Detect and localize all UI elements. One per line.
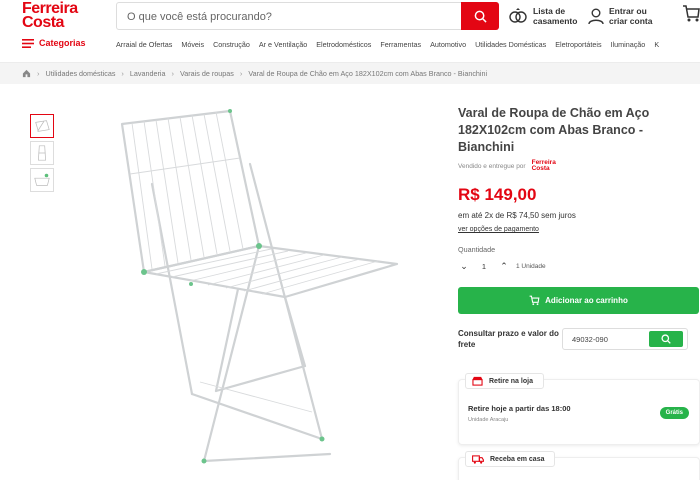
- chevron-right-icon: ›: [121, 69, 124, 78]
- product-section: Varal de Roupa de Chão em Aço 182X102cm …: [22, 89, 700, 480]
- nav-items: Arraial de Ofertas Móveis Construção Ar …: [116, 40, 668, 49]
- store-icon: [472, 376, 483, 386]
- nav-item[interactable]: Arraial de Ofertas: [116, 40, 172, 49]
- search-input[interactable]: [127, 8, 447, 26]
- cep-search-button[interactable]: [649, 331, 683, 347]
- drying-rack-thumb-icon: [35, 120, 50, 132]
- nav-item[interactable]: Ferramentas: [380, 40, 421, 49]
- shipping-calculator: Consultar prazo e valor do frete 49032-0…: [458, 328, 700, 350]
- product-image[interactable]: [92, 94, 432, 474]
- nav-item[interactable]: Eletroportáteis: [555, 40, 601, 49]
- quantity-stepper: ⌄ 1 ⌃ 1 Unidade: [458, 259, 700, 273]
- account-link[interactable]: Entrar ou criar conta: [588, 6, 667, 26]
- pickup-option[interactable]: Retire na loja Retire hoje a partir das …: [458, 373, 700, 445]
- home-delivery-tab: Receba em casa: [465, 451, 556, 467]
- search-icon: [661, 334, 671, 344]
- home-icon[interactable]: [22, 69, 31, 78]
- cep-value: 49032-090: [572, 335, 608, 344]
- thumbnail[interactable]: [30, 168, 54, 192]
- category-nav: Categorias Arraial de Ofertas Móveis Con…: [0, 34, 700, 56]
- breadcrumb-item[interactable]: Varais de roupas: [180, 69, 234, 78]
- categories-label: Categorias: [39, 38, 86, 48]
- pickup-tab-label: Retire na loja: [489, 377, 533, 385]
- home-delivery-option[interactable]: Receba em casa: [458, 451, 700, 480]
- chevron-right-icon: ›: [171, 69, 175, 78]
- quantity-unit: 1 Unidade: [516, 262, 546, 270]
- nav-item[interactable]: Ar e Ventilação: [259, 40, 307, 49]
- nav-item[interactable]: Utilidades Domésticas: [475, 40, 546, 49]
- pickup-tab: Retire na loja: [465, 373, 544, 389]
- payment-options-link[interactable]: ver opções de pagamento: [458, 226, 700, 233]
- free-badge: Grátis: [659, 407, 689, 419]
- thumbnail-list: [30, 114, 56, 195]
- wedding-list-label: Lista de casamento: [533, 6, 578, 26]
- nav-item[interactable]: Móveis: [181, 40, 204, 49]
- product-price: R$ 149,00: [458, 185, 537, 204]
- thumbnail[interactable]: [30, 114, 54, 138]
- hamburger-icon: [22, 38, 34, 48]
- seller-line: Vendido e entregue por Ferreira Costa: [458, 159, 700, 172]
- nav-item[interactable]: Iluminação: [611, 40, 646, 49]
- thumbnail[interactable]: [30, 141, 54, 165]
- installments: em até 2x de R$ 74,50 sem juros: [458, 211, 576, 220]
- site-header: Ferreira Costa Lista de casamento Entrar…: [0, 0, 700, 34]
- breadcrumb-item[interactable]: Utilidades domésticas: [46, 69, 116, 78]
- drying-rack-thumb-icon: [34, 173, 50, 186]
- cep-field[interactable]: 49032-090: [562, 328, 688, 350]
- cart-button[interactable]: [682, 4, 700, 24]
- chevron-down-icon[interactable]: ⌄: [458, 261, 470, 272]
- chevron-up-icon[interactable]: ⌃: [498, 261, 510, 272]
- chevron-right-icon: ›: [239, 69, 243, 78]
- quantity-label: Quantidade: [458, 245, 496, 254]
- logo-line2: Costa: [22, 14, 64, 31]
- search-icon: [474, 10, 487, 23]
- nav-item[interactable]: K: [654, 40, 659, 49]
- cart-icon: [683, 5, 700, 22]
- breadcrumb: › Utilidades domésticas › Lavanderia › V…: [0, 62, 700, 84]
- nav-item[interactable]: Construção: [213, 40, 250, 49]
- quantity-value[interactable]: 1: [470, 262, 498, 271]
- chevron-right-icon: ›: [37, 69, 40, 78]
- logo[interactable]: Ferreira Costa: [22, 1, 82, 31]
- search-button[interactable]: [461, 2, 499, 30]
- product-info: Varal de Roupa de Chão em Aço 182X102cm …: [458, 105, 700, 480]
- add-to-cart-label: Adicionar ao carrinho: [545, 296, 628, 305]
- product-title: Varal de Roupa de Chão em Aço 182X102cm …: [458, 106, 650, 154]
- nav-item[interactable]: Eletrodomésticos: [316, 40, 371, 49]
- seller-logo: Ferreira Costa: [531, 159, 556, 172]
- truck-icon: [472, 454, 484, 464]
- pickup-store: Unidade Aracaju: [468, 417, 509, 423]
- home-delivery-tab-label: Receba em casa: [490, 455, 545, 463]
- shipping-label: Consultar prazo e valor do frete: [458, 329, 559, 349]
- breadcrumb-item[interactable]: Lavanderia: [130, 69, 166, 78]
- wedding-list-link[interactable]: Lista de casamento: [508, 6, 583, 26]
- rings-icon: [509, 8, 527, 23]
- seller-text: Vendido e entregue por: [458, 162, 526, 170]
- breadcrumb-current: Varal de Roupa de Chão em Aço 182X102cm …: [248, 69, 488, 78]
- categories-menu[interactable]: Categorias: [22, 38, 86, 48]
- cart-icon: [529, 295, 540, 306]
- search-bar: [116, 2, 499, 30]
- user-icon: [588, 8, 604, 24]
- nav-item[interactable]: Automotivo: [430, 40, 466, 49]
- account-label: Entrar ou criar conta: [609, 6, 653, 26]
- add-to-cart-button[interactable]: Adicionar ao carrinho: [458, 287, 699, 314]
- drying-rack-thumb-icon: [38, 145, 46, 161]
- pickup-time: Retire hoje a partir das 18:00: [468, 404, 571, 413]
